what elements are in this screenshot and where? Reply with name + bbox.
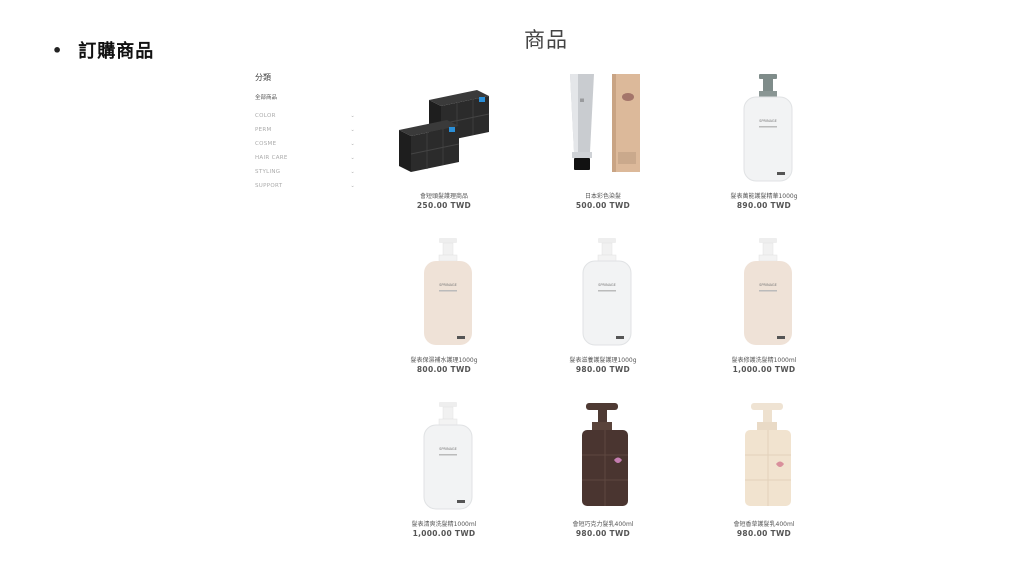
product-name: 髮表清爽洗髮精1000ml xyxy=(411,521,477,528)
product-image-brown-square-pump[interactable] xyxy=(518,400,688,516)
product-name: 髮表萬能護髮精華1000g xyxy=(730,193,798,200)
product-price: 1,000.00 TWD xyxy=(732,365,796,374)
product-name: 會短香草護髮乳400ml xyxy=(733,521,795,528)
sidebar-item-label: HAIR CARE xyxy=(255,155,288,161)
product-image-beige-pump-bottle[interactable]: SPRINAGE xyxy=(679,236,849,352)
product-grid: 會短頭髮護理商品 250.00 TWD IIII 日本彩色染髮 500.00 T… xyxy=(0,0,1024,576)
product-name: 日本彩色染髮 xyxy=(584,193,621,200)
chevron-down-icon[interactable]: ⌄ xyxy=(351,183,356,189)
product-image-dye-tube-box[interactable]: IIII xyxy=(518,72,688,188)
sidebar-item-label: COSME xyxy=(255,141,277,147)
product-name: 髮表滋養護髮護理1000g xyxy=(569,357,637,364)
sidebar-item-label: PERM xyxy=(255,127,272,133)
chevron-down-icon[interactable]: ⌄ xyxy=(351,169,356,175)
category-sidebar: 分類 全部商品 COLOR ⌄ PERM ⌄ COSME ⌄ HAIR CARE… xyxy=(255,72,355,193)
product-image-black-wax-boxes[interactable] xyxy=(359,72,529,188)
chevron-down-icon[interactable]: ⌄ xyxy=(351,113,356,119)
svg-text:IIII: IIII xyxy=(580,98,585,103)
page-title: 商品 xyxy=(524,28,568,52)
product-price: 890.00 TWD xyxy=(736,201,792,210)
product-card[interactable]: 會短巧克力髮乳400ml 980.00 TWD xyxy=(518,400,688,538)
sidebar-item-all[interactable]: 全部商品 xyxy=(255,93,355,101)
product-name: 髮表保濕補水護理1000g xyxy=(410,357,478,364)
product-price: 800.00 TWD xyxy=(416,365,472,374)
product-card[interactable]: SPRINAGE 髮表滋養護髮護理1000g 980.00 TWD xyxy=(518,236,688,374)
product-price: 1,000.00 TWD xyxy=(412,529,476,538)
product-card[interactable]: SPRINAGE 髮表清爽洗髮精1000ml 1,000.00 TWD xyxy=(359,400,529,538)
product-image-beige-pump-bottle[interactable]: SPRINAGE xyxy=(359,236,529,352)
product-card[interactable]: SPRINAGE 髮表萬能護髮精華1000g 890.00 TWD xyxy=(679,72,849,210)
svg-text:SPRINAGE: SPRINAGE xyxy=(759,283,777,287)
chevron-down-icon[interactable]: ⌄ xyxy=(351,155,356,161)
product-card[interactable]: 會短頭髮護理商品 250.00 TWD xyxy=(359,72,529,210)
product-card[interactable]: SPRINAGE 髮表修護洗髮精1000ml 1,000.00 TWD xyxy=(679,236,849,374)
product-image-white-pump-bottle-grey[interactable]: SPRINAGE xyxy=(679,72,849,188)
sidebar-item-label: COLOR xyxy=(255,113,276,119)
product-name: 會短巧克力髮乳400ml xyxy=(572,521,634,528)
sidebar-item-label: SUPPORT xyxy=(255,183,283,189)
svg-text:SPRINAGE: SPRINAGE xyxy=(759,119,777,123)
product-price: 980.00 TWD xyxy=(575,529,631,538)
product-price: 500.00 TWD xyxy=(575,201,631,210)
product-card[interactable]: 會短香草護髮乳400ml 980.00 TWD xyxy=(679,400,849,538)
product-image-white-pump-bottle[interactable]: SPRINAGE xyxy=(359,400,529,516)
product-name: 髮表修護洗髮精1000ml xyxy=(731,357,797,364)
chevron-down-icon[interactable]: ⌄ xyxy=(351,141,356,147)
sidebar-item-styling[interactable]: STYLING ⌄ xyxy=(255,165,355,179)
svg-text:SPRINAGE: SPRINAGE xyxy=(598,283,616,287)
product-card[interactable]: SPRINAGE 髮表保濕補水護理1000g 800.00 TWD xyxy=(359,236,529,374)
product-price: 980.00 TWD xyxy=(575,365,631,374)
svg-text:SPRINAGE: SPRINAGE xyxy=(439,283,457,287)
svg-text:SPRINAGE: SPRINAGE xyxy=(439,447,457,451)
chevron-down-icon[interactable]: ⌄ xyxy=(351,127,356,133)
product-image-white-pump-bottle[interactable]: SPRINAGE xyxy=(518,236,688,352)
sidebar-item-cosme[interactable]: COSME ⌄ xyxy=(255,137,355,151)
sidebar-item-hair-care[interactable]: HAIR CARE ⌄ xyxy=(255,151,355,165)
product-card[interactable]: IIII 日本彩色染髮 500.00 TWD xyxy=(518,72,688,210)
product-name: 會短頭髮護理商品 xyxy=(419,193,468,200)
product-price: 250.00 TWD xyxy=(416,201,472,210)
sidebar-item-color[interactable]: COLOR ⌄ xyxy=(255,109,355,123)
sidebar-item-perm[interactable]: PERM ⌄ xyxy=(255,123,355,137)
sidebar-item-support[interactable]: SUPPORT ⌄ xyxy=(255,179,355,193)
sidebar-item-label: STYLING xyxy=(255,169,281,175)
product-image-cream-square-pump[interactable] xyxy=(679,400,849,516)
product-price: 980.00 TWD xyxy=(736,529,792,538)
sidebar-title: 分類 xyxy=(255,73,271,82)
